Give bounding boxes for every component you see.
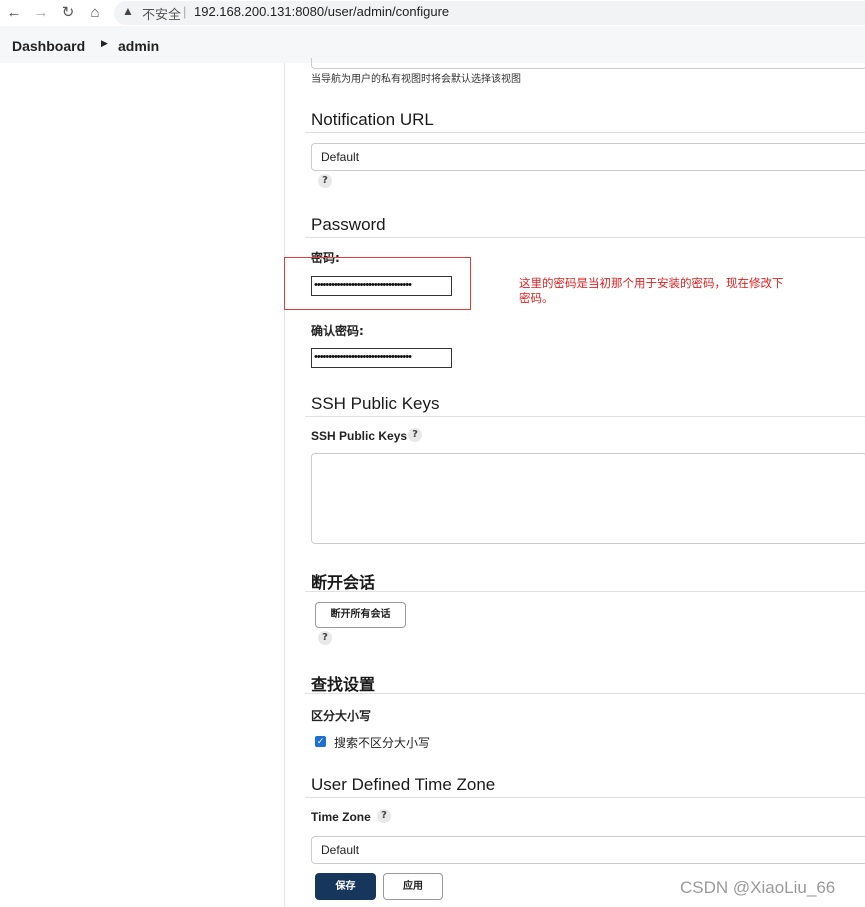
- default-view-hint: 当导航为用户的私有视图时将会默认选择该视图: [311, 74, 521, 85]
- timezone-select[interactable]: Default: [311, 836, 865, 864]
- breadcrumb-dashboard-link[interactable]: Dashboard: [12, 38, 85, 54]
- ssh-heading: SSH Public Keys: [311, 394, 440, 413]
- sidebar-divider: [284, 63, 285, 907]
- help-icon[interactable]: ?: [377, 809, 391, 823]
- section-divider: [305, 416, 865, 417]
- home-icon[interactable]: ⌂: [85, 3, 105, 23]
- watermark: CSDN @XiaoLiu_66: [680, 878, 836, 897]
- case-sensitivity-label: 区分大小写: [311, 709, 372, 723]
- chevron-right-icon: ▶: [101, 38, 108, 48]
- password-heading: Password: [311, 215, 386, 234]
- confirm-password-field[interactable]: ••••••••••••••••••••••••••••••••••: [311, 348, 452, 368]
- section-divider: [305, 237, 865, 238]
- url-text[interactable]: 192.168.200.131:8080/user/admin/configur…: [194, 4, 449, 19]
- section-divider: [305, 797, 865, 798]
- url-separator: |: [183, 4, 187, 19]
- section-divider: [305, 132, 865, 133]
- breadcrumb-admin-link[interactable]: admin: [118, 38, 159, 54]
- case-insensitive-checkbox[interactable]: ✓: [315, 736, 326, 747]
- timezone-heading: User Defined Time Zone: [311, 775, 496, 794]
- case-insensitive-label[interactable]: 搜索不区分大小写: [334, 734, 430, 751]
- insecure-label: 不安全: [142, 8, 182, 23]
- help-icon[interactable]: ?: [318, 631, 332, 645]
- ssh-keys-label: SSH Public Keys: [311, 429, 408, 443]
- notification-url-heading: Notification URL: [311, 110, 434, 129]
- warning-icon[interactable]: ▲: [122, 4, 134, 18]
- reload-icon[interactable]: ↻: [58, 3, 78, 23]
- default-view-select[interactable]: [311, 58, 865, 69]
- timezone-label: Time Zone: [311, 810, 371, 824]
- save-button[interactable]: 保存: [315, 873, 376, 900]
- help-icon[interactable]: ?: [408, 428, 422, 442]
- ssh-keys-textarea[interactable]: [311, 453, 865, 544]
- apply-button[interactable]: 应用: [383, 873, 443, 900]
- help-icon[interactable]: ?: [318, 174, 332, 188]
- confirm-password-label: 确认密码:: [311, 324, 364, 338]
- back-arrow-icon[interactable]: ←: [4, 3, 24, 23]
- sessions-heading: 断开会话: [311, 573, 376, 592]
- search-settings-heading: 查找设置: [311, 675, 376, 694]
- notification-url-select[interactable]: Default: [311, 143, 865, 171]
- annotation-text: 这里的密码是当初那个用于安装的密码，现在修改下密码。: [519, 276, 784, 305]
- forward-arrow-icon[interactable]: →: [31, 3, 51, 23]
- section-divider: [305, 591, 865, 592]
- annotation-highlight-box: [284, 257, 471, 310]
- terminate-all-sessions-button[interactable]: 断开所有会话: [315, 602, 406, 628]
- section-divider: [305, 693, 865, 694]
